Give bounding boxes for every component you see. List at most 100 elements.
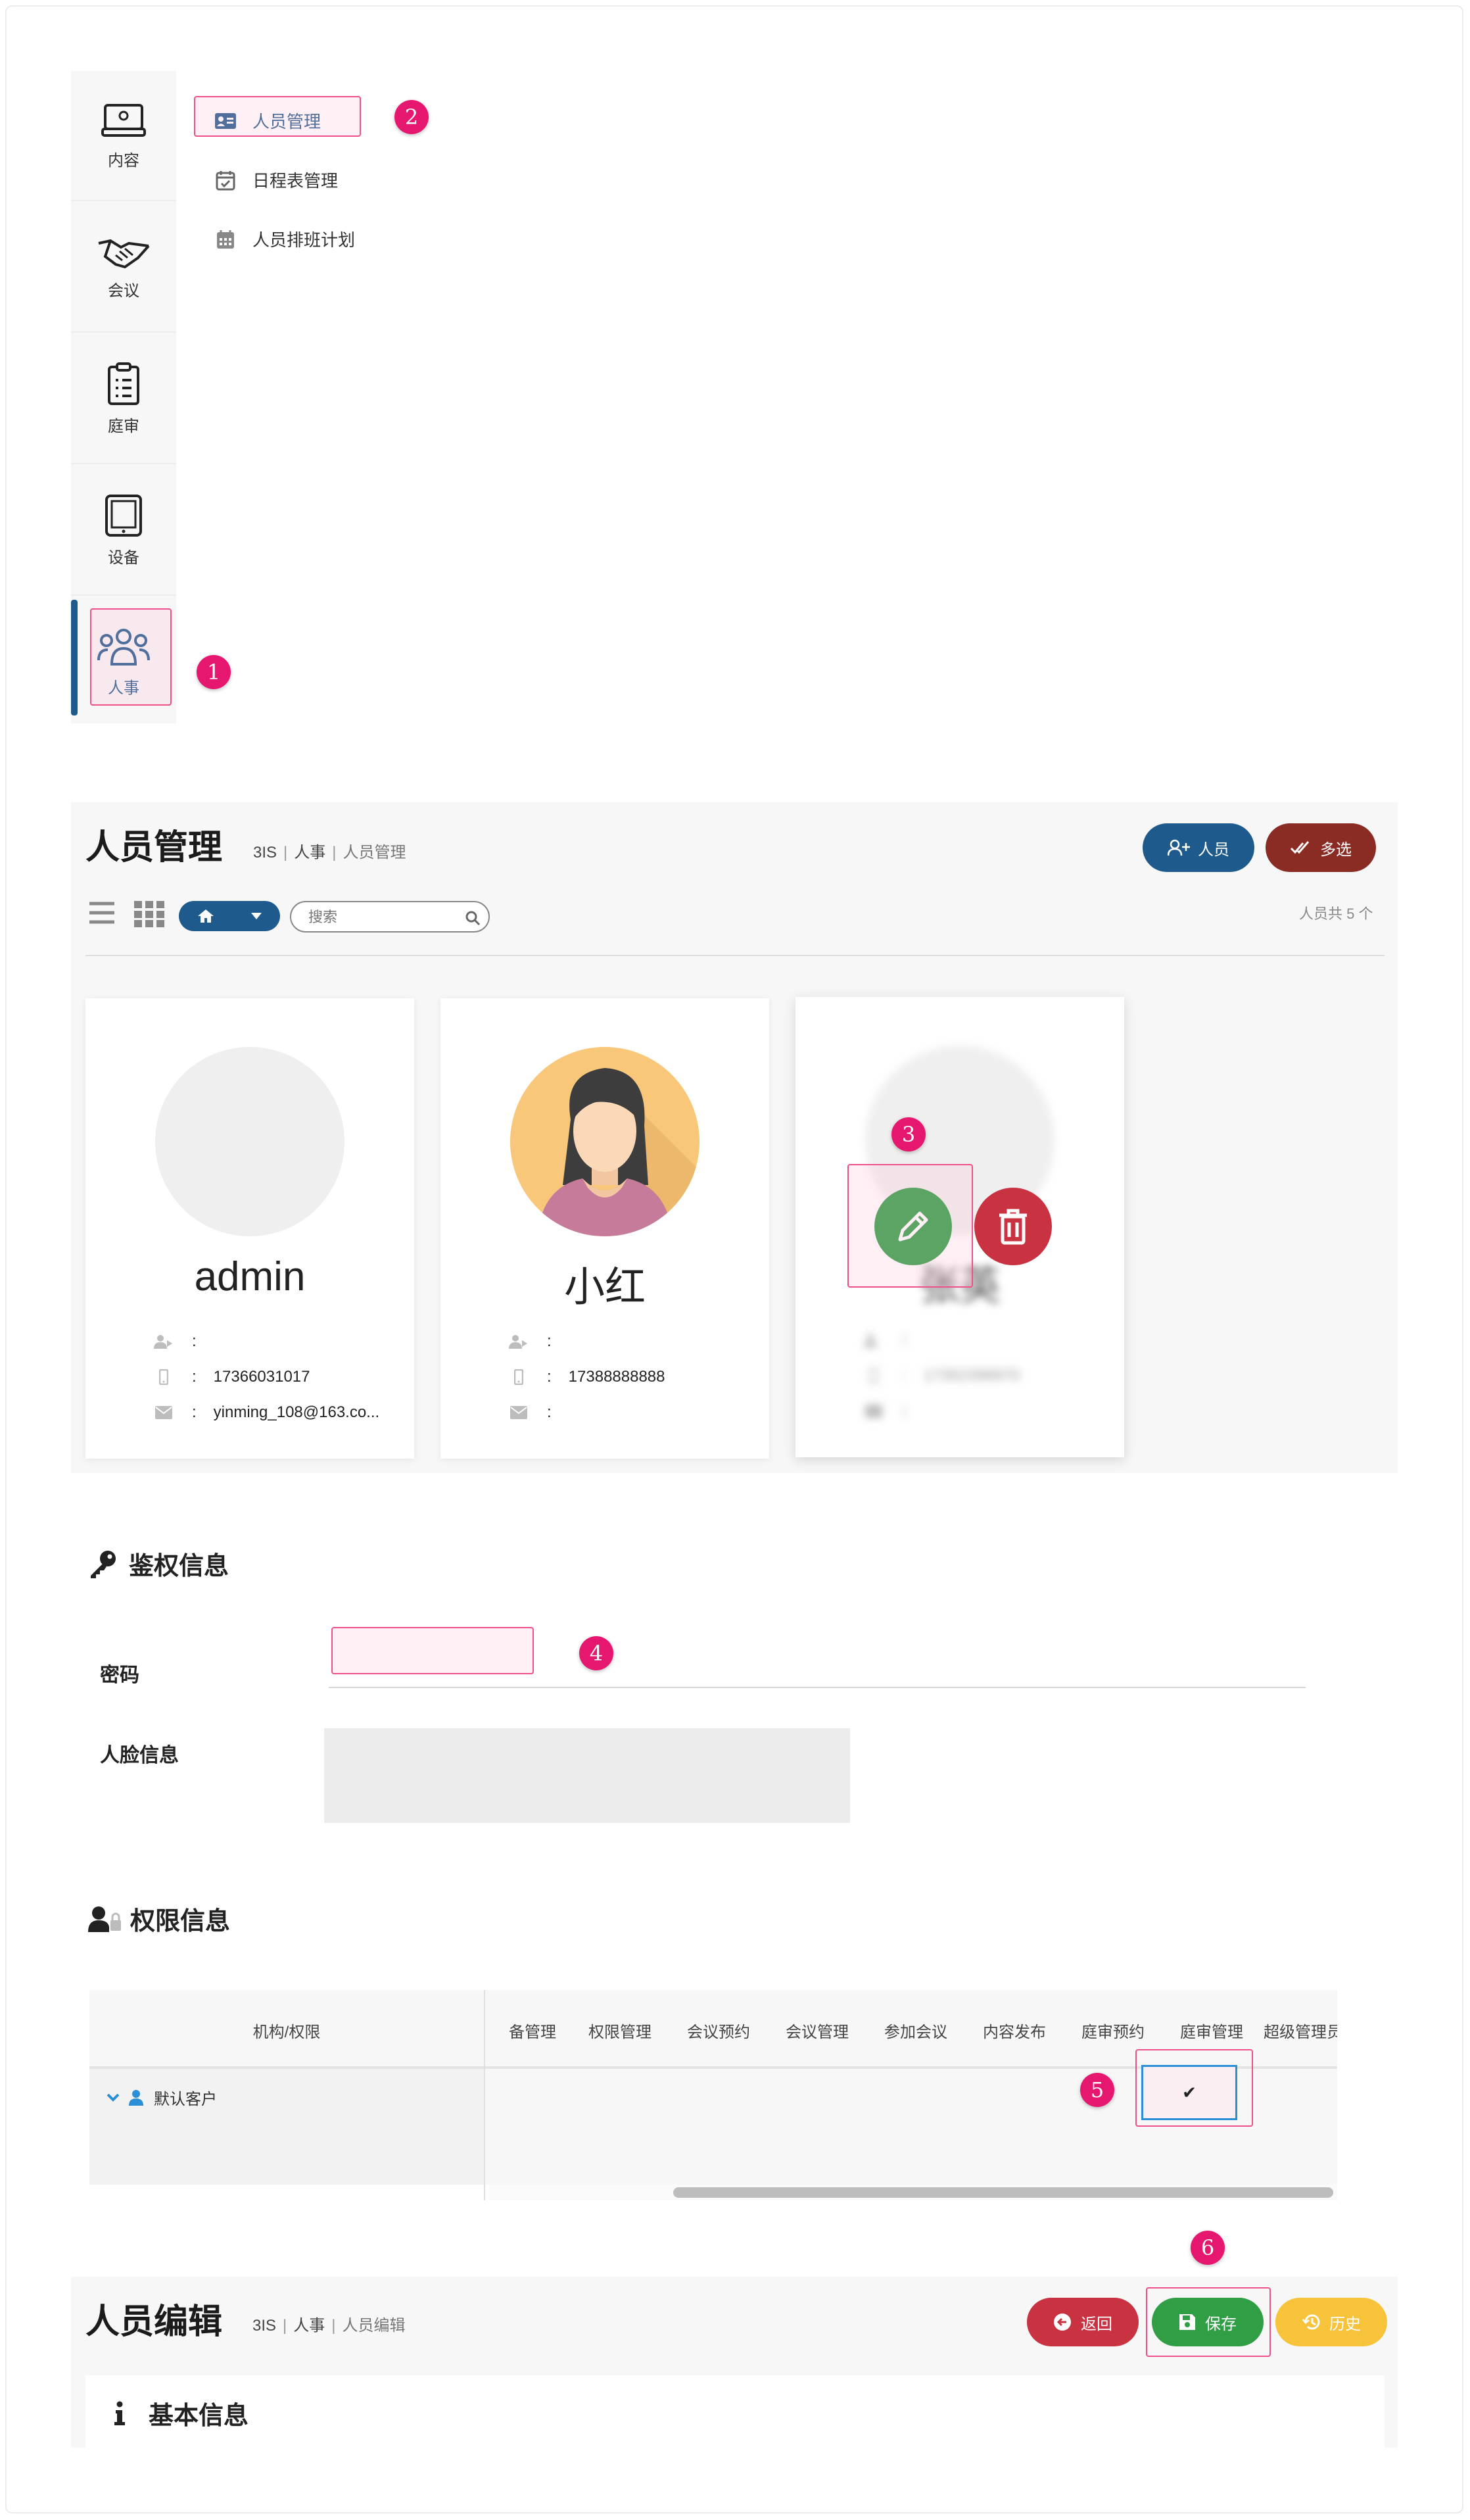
sidebar-item-device[interactable]: 设备	[71, 466, 176, 596]
key-icon	[91, 1550, 116, 1578]
scope-dropdown[interactable]	[179, 901, 280, 931]
add-person-label: 人员	[1198, 840, 1229, 859]
phone-row: :17366031017	[154, 1368, 310, 1386]
org-row[interactable]: 默认客户	[107, 2086, 217, 2109]
back-button[interactable]: 返回	[1027, 2298, 1139, 2346]
avatar	[155, 1047, 344, 1236]
submenu-item-label: 人员排班计划	[252, 230, 356, 250]
password-input[interactable]	[331, 1627, 534, 1674]
column-header: 内容发布	[983, 2023, 1046, 2041]
permission-section-title: 权限信息	[88, 1901, 230, 1937]
column-header: 会议预约	[687, 2023, 750, 2041]
add-person-button[interactable]: 人员	[1143, 823, 1254, 872]
column-header: 参加会议	[884, 2023, 947, 2041]
submenu-item-label: 日程表管理	[252, 171, 339, 191]
breadcrumb-item[interactable]: 人事	[294, 844, 325, 861]
search-box	[290, 901, 490, 933]
permission-section-title-text: 权限信息	[130, 1908, 231, 1935]
phone-value: 17352398970	[923, 1367, 1020, 1384]
column-header: 会议管理	[786, 2023, 849, 2041]
tablet-icon	[105, 494, 142, 537]
role-row: :	[509, 1332, 552, 1351]
step-badge: 6	[1191, 2231, 1225, 2265]
phone-row: :17352398970	[864, 1367, 1020, 1385]
basic-info-title-text: 基本信息	[149, 2402, 249, 2430]
email-row: :	[509, 1403, 552, 1422]
history-button[interactable]: 历史	[1275, 2298, 1387, 2346]
breadcrumb-separator: |	[283, 844, 288, 861]
user-plus-icon	[1168, 839, 1190, 856]
org-permission-header: 机构/权限	[252, 2023, 321, 2041]
calendar-grid-icon	[214, 228, 237, 251]
phone-colon: :	[192, 1368, 197, 1386]
email-row: :	[864, 1402, 907, 1420]
user-lock-icon	[88, 1906, 121, 1932]
submenu-item-schedule[interactable]: 日程表管理	[214, 168, 338, 192]
step-badge: 5	[1080, 2073, 1114, 2107]
face-info-box[interactable]	[324, 1728, 850, 1823]
auth-section-title: 鉴权信息	[88, 1545, 229, 1582]
basic-info-card: 基本信息	[85, 2375, 1385, 2448]
mobile-icon	[864, 1368, 884, 1384]
sidebar-item-content[interactable]: 内容	[71, 71, 176, 201]
breadcrumb-separator: |	[332, 844, 337, 861]
edit-breadcrumb: 3IS | 人事 | 人员编辑	[252, 2312, 406, 2335]
mobile-icon	[509, 1369, 529, 1385]
submenu-item-shift-plan[interactable]: 人员排班计划	[214, 227, 355, 251]
column-header: 超级管理员	[1264, 2023, 1337, 2041]
horizontal-scrollbar-thumb[interactable]	[673, 2187, 1333, 2198]
highlight-checkbox	[1135, 2049, 1253, 2127]
sidebar-item-label: 会议	[108, 281, 139, 300]
email-value: :	[547, 1403, 552, 1421]
face-info-label: 人脸信息	[100, 1745, 179, 1766]
sidebar-item-meeting[interactable]: 会议	[71, 203, 176, 333]
email-colon: :	[192, 1403, 197, 1421]
calendar-check-icon	[214, 169, 237, 191]
history-label: 历史	[1329, 2315, 1361, 2333]
grid-view-icon[interactable]	[134, 901, 164, 927]
person-card[interactable]: admin : :17366031017 : yinming_108@163.co…	[85, 998, 414, 1459]
email-row: : yinming_108@163.co...	[154, 1403, 379, 1422]
handshake-icon	[98, 239, 150, 268]
breadcrumb-separator: |	[283, 2317, 287, 2335]
phone-row: :17388888888	[509, 1368, 665, 1386]
breadcrumb-item[interactable]: 3IS	[252, 2317, 276, 2335]
breadcrumb-item[interactable]: 3IS	[253, 844, 277, 861]
divider	[85, 955, 1385, 956]
org-name: 默认客户	[154, 2091, 217, 2108]
phone-colon: :	[902, 1367, 907, 1384]
double-check-icon	[1290, 841, 1310, 854]
person-name: admin	[194, 1254, 306, 1299]
breadcrumb-item[interactable]: 人事	[293, 2317, 325, 2335]
step-badge: 3	[891, 1117, 926, 1151]
search-input[interactable]	[307, 908, 454, 927]
list-view-icon[interactable]	[88, 901, 116, 925]
sidebar-item-label: 内容	[108, 151, 139, 170]
delete-button[interactable]	[974, 1188, 1052, 1265]
basic-info-title: 基本信息	[114, 2395, 249, 2431]
page-title: 人员管理	[85, 829, 223, 867]
arrow-left-circle-icon	[1054, 2314, 1071, 2331]
multi-select-button[interactable]: 多选	[1266, 823, 1376, 872]
person-card[interactable]: 小红 : :17388888888 :	[440, 998, 769, 1459]
highlight-edit	[847, 1164, 973, 1288]
envelope-icon	[509, 1406, 529, 1419]
step-badge: 2	[394, 100, 429, 134]
column-header: 权限管理	[588, 2023, 652, 2041]
envelope-icon	[864, 1405, 884, 1418]
breadcrumb-current: 人员管理	[343, 844, 406, 861]
envelope-icon	[154, 1406, 174, 1419]
role-row: :	[154, 1332, 197, 1351]
role-value: :	[902, 1331, 907, 1349]
chevron-down-icon[interactable]	[107, 2093, 120, 2102]
trash-icon	[999, 1209, 1027, 1245]
user-tag-icon	[509, 1334, 529, 1349]
search-icon[interactable]	[465, 910, 481, 926]
phone-value: 17366031017	[213, 1368, 310, 1386]
user-icon	[129, 2089, 143, 2106]
edit-page-title: 人员编辑	[85, 2303, 223, 2341]
breadcrumb-separator: |	[331, 2317, 336, 2335]
sidebar-item-trial[interactable]: 庭审	[71, 334, 176, 464]
person-name: 小红	[563, 1265, 646, 1310]
email-value: yinming_108@163.co...	[213, 1403, 380, 1421]
